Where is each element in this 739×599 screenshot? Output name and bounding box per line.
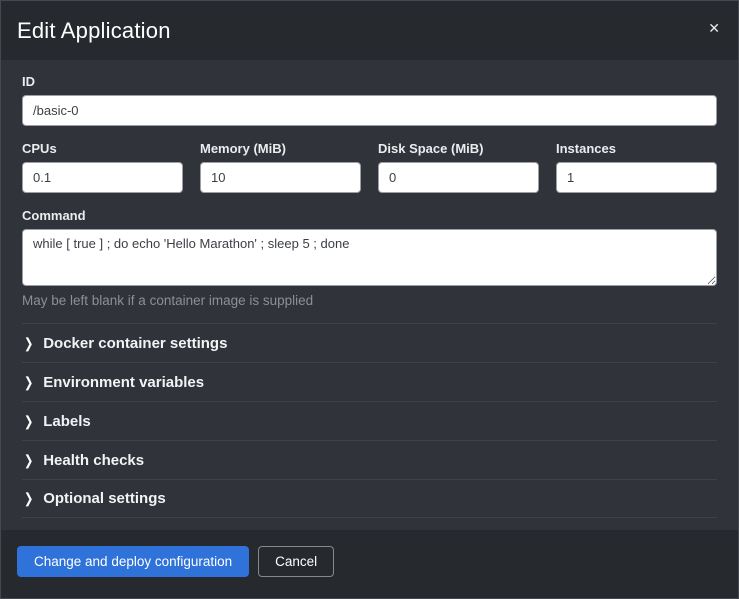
chevron-right-icon: ❯: [24, 374, 33, 390]
change-and-deploy-button[interactable]: Change and deploy configuration: [17, 546, 249, 577]
cpus-label: CPUs: [22, 141, 183, 156]
modal-footer: Change and deploy configuration Cancel: [1, 530, 738, 598]
cpus-input[interactable]: [22, 162, 183, 193]
chevron-right-icon: ❯: [24, 335, 33, 351]
section-label: Optional settings: [43, 490, 166, 507]
modal-title: Edit Application: [17, 18, 718, 44]
section-label: Environment variables: [43, 374, 204, 391]
instances-input[interactable]: [556, 162, 717, 193]
id-input[interactable]: [22, 95, 717, 126]
section-labels[interactable]: ❯ Labels: [22, 401, 717, 440]
section-label: Labels: [43, 413, 91, 430]
section-optional-settings[interactable]: ❯ Optional settings: [22, 479, 717, 518]
command-input[interactable]: while [ true ] ; do echo 'Hello Marathon…: [22, 229, 717, 286]
modal-header: Edit Application ✕: [1, 1, 738, 60]
id-label: ID: [22, 74, 717, 89]
memory-label: Memory (MiB): [200, 141, 361, 156]
chevron-right-icon: ❯: [24, 490, 33, 506]
id-field: ID: [22, 74, 717, 126]
instances-label: Instances: [556, 141, 717, 156]
cpus-field: CPUs: [22, 141, 183, 193]
command-field: Command while [ true ] ; do echo 'Hello …: [22, 208, 717, 308]
edit-application-modal: Edit Application ✕ ID CPUs Memory (MiB) …: [0, 0, 739, 599]
disk-space-label: Disk Space (MiB): [378, 141, 539, 156]
section-health-checks[interactable]: ❯ Health checks: [22, 440, 717, 479]
collapsible-sections: ❯ Docker container settings ❯ Environmen…: [22, 323, 717, 518]
command-label: Command: [22, 208, 717, 223]
command-help-text: May be left blank if a container image i…: [22, 293, 717, 308]
memory-field: Memory (MiB): [200, 141, 361, 193]
disk-space-input[interactable]: [378, 162, 539, 193]
close-icon[interactable]: ✕: [704, 17, 724, 39]
chevron-right-icon: ❯: [24, 452, 33, 468]
section-label: Docker container settings: [43, 335, 227, 352]
memory-input[interactable]: [200, 162, 361, 193]
cancel-button[interactable]: Cancel: [258, 546, 334, 577]
section-label: Health checks: [43, 452, 144, 469]
instances-field: Instances: [556, 141, 717, 193]
resources-row: CPUs Memory (MiB) Disk Space (MiB) Insta…: [22, 141, 717, 193]
modal-body: ID CPUs Memory (MiB) Disk Space (MiB) In…: [1, 60, 738, 530]
section-environment-variables[interactable]: ❯ Environment variables: [22, 362, 717, 401]
chevron-right-icon: ❯: [24, 413, 33, 429]
section-docker-container-settings[interactable]: ❯ Docker container settings: [22, 323, 717, 362]
disk-space-field: Disk Space (MiB): [378, 141, 539, 193]
